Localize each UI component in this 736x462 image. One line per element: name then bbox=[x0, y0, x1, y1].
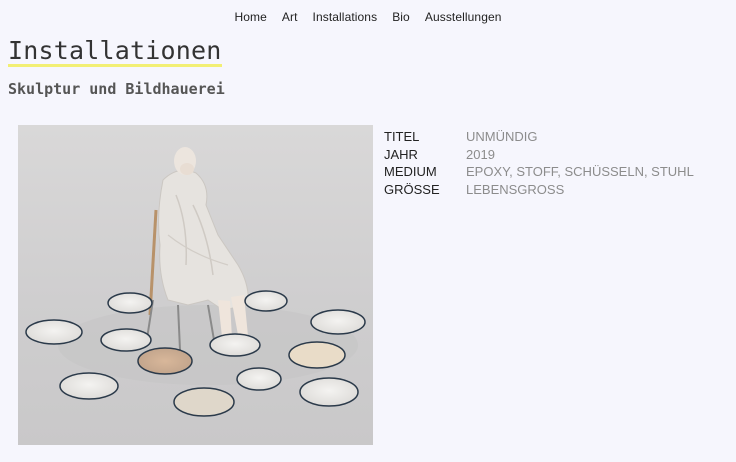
detail-value: LEBENSGROSS bbox=[466, 181, 565, 197]
detail-row-medium: MEDIUM EPOXY, STOFF, SCHÜSSELN, STUHL bbox=[384, 163, 694, 181]
page-title: Installationen bbox=[8, 36, 222, 67]
detail-label: MEDIUM bbox=[384, 164, 437, 179]
nav-ausstellungen-link[interactable]: Ausstellungen bbox=[425, 10, 502, 24]
detail-label: JAHR bbox=[384, 146, 418, 162]
artwork-details: TITEL UNMÜNDIG JAHR 2019 MEDIUM EPOXY, S… bbox=[384, 128, 694, 198]
detail-value: EPOXY, STOFF, SCHÜSSELN, STUHL bbox=[466, 164, 694, 179]
page-subtitle: Skulptur und Bildhauerei bbox=[8, 80, 225, 98]
nav-installations-link[interactable]: Installations bbox=[313, 10, 378, 24]
nav-art-link[interactable]: Art bbox=[282, 10, 298, 24]
draped-figure bbox=[158, 169, 249, 311]
artwork-photo[interactable] bbox=[18, 125, 373, 445]
detail-label: TITEL bbox=[384, 129, 420, 144]
nav-home-link[interactable]: Home bbox=[234, 10, 266, 24]
main-nav: Home Art Installations Bio Ausstellungen bbox=[0, 10, 736, 24]
detail-value: 2019 bbox=[466, 146, 495, 162]
sculpture-illustration bbox=[25, 147, 366, 417]
detail-row-title: TITEL UNMÜNDIG bbox=[384, 128, 694, 146]
detail-row-size: GRÖSSE LEBENSGROSS bbox=[384, 181, 694, 199]
nav-bio-link[interactable]: Bio bbox=[392, 10, 410, 24]
detail-value: UNMÜNDIG bbox=[466, 129, 538, 144]
detail-label: GRÖSSE bbox=[384, 181, 440, 197]
detail-row-year: JAHR 2019 bbox=[384, 146, 694, 164]
